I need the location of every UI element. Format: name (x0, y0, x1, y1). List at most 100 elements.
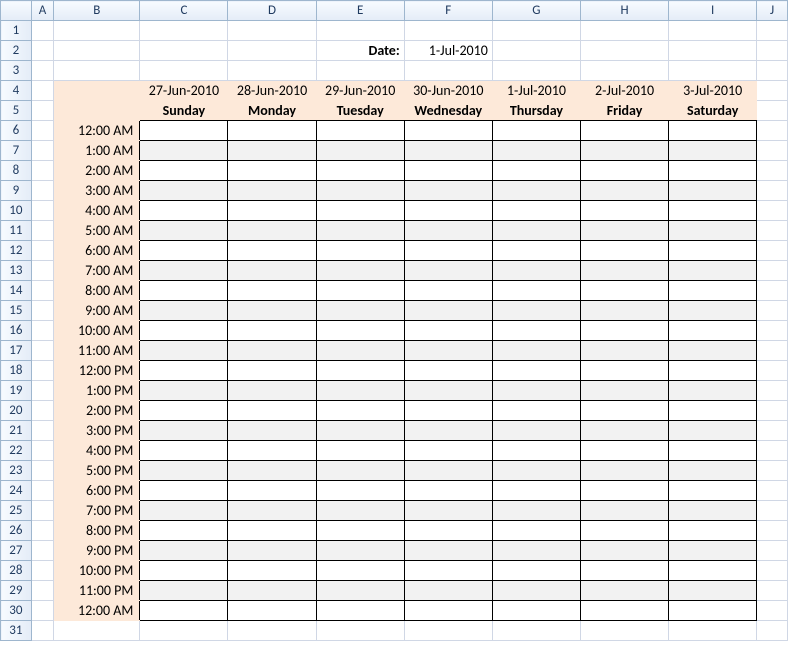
cell-J4[interactable] (757, 81, 788, 101)
cell-H8[interactable] (580, 161, 668, 181)
cell-H7[interactable] (580, 141, 668, 161)
cell-G11[interactable] (492, 221, 580, 241)
cell-G18[interactable] (492, 361, 580, 381)
cell-C31[interactable] (140, 621, 228, 641)
cell-I14[interactable] (669, 281, 757, 301)
cell-G28[interactable] (492, 561, 580, 581)
row-header-20[interactable]: 20 (1, 401, 32, 421)
cell-D20[interactable] (228, 401, 316, 421)
cell-C22[interactable] (140, 441, 228, 461)
cell-A13[interactable] (31, 261, 54, 281)
cell-E27[interactable] (316, 541, 404, 561)
row-header-23[interactable]: 23 (1, 461, 32, 481)
cell-G22[interactable] (492, 441, 580, 461)
cell-G31[interactable] (492, 621, 580, 641)
row-header-11[interactable]: 11 (1, 221, 32, 241)
cell-E31[interactable] (316, 621, 404, 641)
cell-E11[interactable] (316, 221, 404, 241)
cell-D8[interactable] (228, 161, 316, 181)
cell-B2[interactable] (54, 41, 140, 61)
cell-D1[interactable] (228, 21, 316, 41)
cell-I19[interactable] (669, 381, 757, 401)
cell-E19[interactable] (316, 381, 404, 401)
cell-F15[interactable] (404, 301, 492, 321)
cell-A21[interactable] (31, 421, 54, 441)
cell-G6[interactable] (492, 121, 580, 141)
cell-H30[interactable] (580, 601, 668, 621)
cell-D13[interactable] (228, 261, 316, 281)
cell-F5-day[interactable]: Wednesday (404, 101, 492, 121)
cell-B7-time[interactable]: 1:00 AM (54, 141, 140, 161)
cell-C20[interactable] (140, 401, 228, 421)
cell-I18[interactable] (669, 361, 757, 381)
cell-E26[interactable] (316, 521, 404, 541)
cell-C14[interactable] (140, 281, 228, 301)
cell-I15[interactable] (669, 301, 757, 321)
row-header-13[interactable]: 13 (1, 261, 32, 281)
cell-I11[interactable] (669, 221, 757, 241)
cell-C7[interactable] (140, 141, 228, 161)
cell-F1[interactable] (404, 21, 492, 41)
cell-I21[interactable] (669, 421, 757, 441)
cell-J27[interactable] (757, 541, 788, 561)
cell-I7[interactable] (669, 141, 757, 161)
cell-B14-time[interactable]: 8:00 AM (54, 281, 140, 301)
cell-G23[interactable] (492, 461, 580, 481)
cell-J3[interactable] (757, 61, 788, 81)
cell-I30[interactable] (669, 601, 757, 621)
cell-D6[interactable] (228, 121, 316, 141)
cell-F19[interactable] (404, 381, 492, 401)
cell-C18[interactable] (140, 361, 228, 381)
cell-A27[interactable] (31, 541, 54, 561)
cell-D31[interactable] (228, 621, 316, 641)
cell-D15[interactable] (228, 301, 316, 321)
cell-A2[interactable] (31, 41, 54, 61)
cell-C16[interactable] (140, 321, 228, 341)
cell-C13[interactable] (140, 261, 228, 281)
cell-J11[interactable] (757, 221, 788, 241)
cell-H20[interactable] (580, 401, 668, 421)
cell-J25[interactable] (757, 501, 788, 521)
cell-F26[interactable] (404, 521, 492, 541)
cell-G15[interactable] (492, 301, 580, 321)
cell-G4-date[interactable]: 1-Jul-2010 (492, 81, 580, 101)
cell-B27-time[interactable]: 9:00 PM (54, 541, 140, 561)
cell-J16[interactable] (757, 321, 788, 341)
cell-B22-time[interactable]: 4:00 PM (54, 441, 140, 461)
cell-I28[interactable] (669, 561, 757, 581)
col-header-I[interactable]: I (669, 1, 757, 21)
cell-E2-date-label[interactable]: Date: (316, 41, 404, 61)
cell-G12[interactable] (492, 241, 580, 261)
cell-B8-time[interactable]: 2:00 AM (54, 161, 140, 181)
cell-H1[interactable] (580, 21, 668, 41)
cell-J6[interactable] (757, 121, 788, 141)
cell-E9[interactable] (316, 181, 404, 201)
cell-H24[interactable] (580, 481, 668, 501)
cell-G8[interactable] (492, 161, 580, 181)
row-header-1[interactable]: 1 (1, 21, 32, 41)
cell-J17[interactable] (757, 341, 788, 361)
cell-I2[interactable] (669, 41, 757, 61)
cell-G20[interactable] (492, 401, 580, 421)
row-header-25[interactable]: 25 (1, 501, 32, 521)
cell-D9[interactable] (228, 181, 316, 201)
cell-C5-day[interactable]: Sunday (140, 101, 228, 121)
cell-A5[interactable] (31, 101, 54, 121)
cell-G10[interactable] (492, 201, 580, 221)
cell-A7[interactable] (31, 141, 54, 161)
cell-B5[interactable] (54, 101, 140, 121)
cell-B28-time[interactable]: 10:00 PM (54, 561, 140, 581)
cell-C27[interactable] (140, 541, 228, 561)
cell-F11[interactable] (404, 221, 492, 241)
row-header-31[interactable]: 31 (1, 621, 32, 641)
row-header-3[interactable]: 3 (1, 61, 32, 81)
cell-A31[interactable] (31, 621, 54, 641)
cell-E22[interactable] (316, 441, 404, 461)
cell-A8[interactable] (31, 161, 54, 181)
cell-H29[interactable] (580, 581, 668, 601)
cell-G21[interactable] (492, 421, 580, 441)
cell-A22[interactable] (31, 441, 54, 461)
cell-F21[interactable] (404, 421, 492, 441)
cell-B31[interactable] (54, 621, 140, 641)
cell-C10[interactable] (140, 201, 228, 221)
